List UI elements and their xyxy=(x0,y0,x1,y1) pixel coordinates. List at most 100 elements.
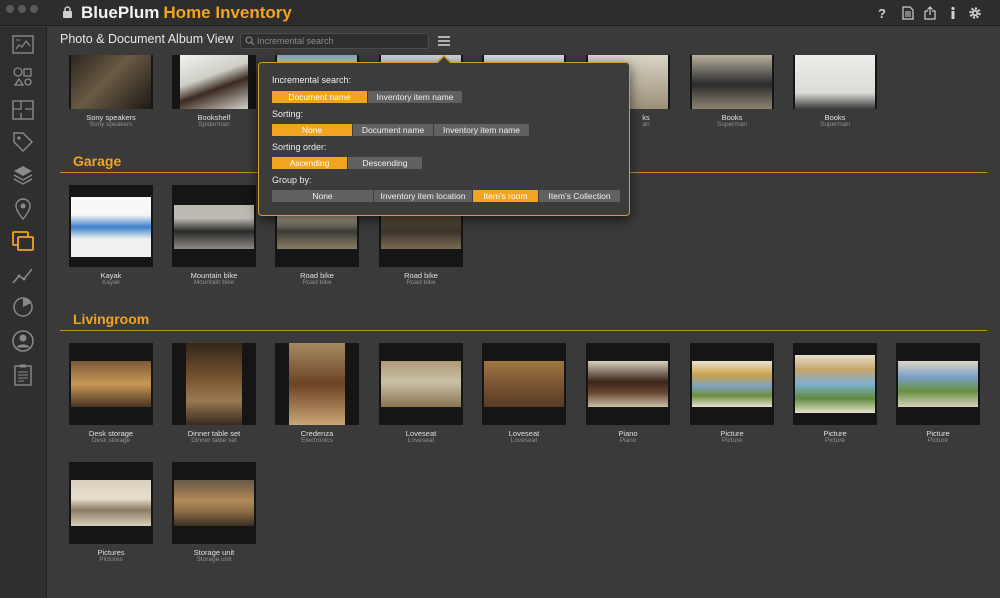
photo-tile[interactable] xyxy=(482,343,566,425)
photo-sublabel: Mountain bike xyxy=(193,279,235,286)
settings-icon[interactable] xyxy=(968,6,982,20)
user-icon[interactable] xyxy=(11,329,35,353)
photo-sublabel: Spiderman xyxy=(198,121,230,128)
sorting-order-segmented-control: Ascending Descending xyxy=(272,157,423,169)
photo-tile[interactable] xyxy=(275,343,359,425)
info-icon[interactable] xyxy=(946,6,960,20)
photo-sublabel: Loveseat xyxy=(510,437,538,444)
photo-thumbnail xyxy=(588,361,668,407)
photo-sublabel: Picture xyxy=(721,437,743,444)
photo-thumbnail xyxy=(484,361,564,407)
photo-sublabel: Piano xyxy=(619,437,637,444)
photo-tile[interactable] xyxy=(896,343,980,425)
photo-tile[interactable] xyxy=(172,185,256,267)
tags-icon[interactable] xyxy=(11,130,35,154)
photo-sublabel: Superman xyxy=(717,121,747,128)
sorting-order-ascending[interactable]: Ascending xyxy=(272,157,348,169)
photo-thumbnail xyxy=(71,197,151,257)
sorting-inventory-item-name[interactable]: Inventory item name xyxy=(434,124,530,136)
photo-tile[interactable] xyxy=(793,343,877,425)
dashboard-icon[interactable] xyxy=(11,33,35,57)
photo-tile[interactable] xyxy=(690,55,774,109)
photo-thumbnail xyxy=(174,205,254,249)
photo-tile[interactable] xyxy=(172,343,256,425)
photo-tile[interactable] xyxy=(69,462,153,544)
photo-thumbnail xyxy=(381,361,461,407)
options-popover: Incremental search: Document name Invent… xyxy=(258,62,630,216)
group-by-none[interactable]: None xyxy=(272,190,374,202)
album-icon[interactable] xyxy=(11,229,35,253)
group-by-segmented-control: None Inventory item location Item's room… xyxy=(272,190,621,202)
photo-thumbnail xyxy=(174,480,254,526)
photo-tile[interactable] xyxy=(379,343,463,425)
photo-tile[interactable] xyxy=(69,55,153,109)
export-icon[interactable] xyxy=(923,6,937,20)
photo-thumbnail xyxy=(71,480,151,526)
photo-tile[interactable] xyxy=(69,185,153,267)
group-by-items-room[interactable]: Item's room xyxy=(473,190,539,202)
photo-sublabel: Electronics xyxy=(301,437,333,444)
search-icon xyxy=(245,36,255,46)
photo-tile[interactable] xyxy=(586,343,670,425)
close-window-button[interactable] xyxy=(6,5,14,13)
group-by-items-collection[interactable]: Item's Collection xyxy=(539,190,621,202)
sorting-none[interactable]: None xyxy=(272,124,353,136)
minimize-window-button[interactable] xyxy=(18,5,26,13)
search-mode-document-name[interactable]: Document name xyxy=(272,91,368,103)
photo-tile[interactable] xyxy=(793,55,877,109)
report-icon[interactable] xyxy=(11,363,35,387)
search-mode-label: Incremental search: xyxy=(272,75,352,85)
search-mode-segmented-control: Document name Inventory item name xyxy=(272,91,463,103)
sorting-order-descending[interactable]: Descending xyxy=(348,157,423,169)
collections-icon[interactable] xyxy=(11,163,35,187)
title-bar: BluePlum Home Inventory ? xyxy=(0,0,1000,26)
search-mode-inventory-item-name[interactable]: Inventory item name xyxy=(368,91,463,103)
photo-sublabel: Road bike xyxy=(302,279,332,286)
photo-sublabel: Storage unit xyxy=(196,556,232,563)
document-icon[interactable] xyxy=(901,6,915,20)
photo-sublabel: Desk storage xyxy=(91,437,131,444)
photo-thumbnail xyxy=(180,55,248,109)
app-name: Home Inventory xyxy=(163,3,292,22)
photo-thumbnail xyxy=(898,361,978,407)
photo-tile[interactable] xyxy=(69,343,153,425)
sidebar xyxy=(0,27,47,598)
view-title: Photo & Document Album View xyxy=(60,32,234,46)
photo-sublabel: Road bike xyxy=(406,279,436,286)
chart-icon[interactable] xyxy=(11,263,35,287)
brand-name: BluePlum xyxy=(81,3,160,22)
photo-thumbnail xyxy=(795,355,875,413)
help-icon[interactable]: ? xyxy=(875,6,889,20)
photo-sublabel: Pictures xyxy=(99,556,123,563)
group-title-garage: Garage xyxy=(73,153,122,169)
photo-thumbnail xyxy=(692,55,772,109)
items-icon[interactable] xyxy=(11,65,35,89)
search-input[interactable] xyxy=(257,34,427,48)
group-by-label: Group by: xyxy=(272,175,312,185)
toolbar: Photo & Document Album View xyxy=(47,27,1000,55)
photo-sublabel: Loveseat xyxy=(407,437,435,444)
svg-text:?: ? xyxy=(878,6,886,20)
location-icon[interactable] xyxy=(11,197,35,221)
search-box[interactable] xyxy=(240,33,429,49)
photo-tile[interactable] xyxy=(690,343,774,425)
photo-sublabel: Sony speakers xyxy=(89,121,133,128)
photo-sublabel: Picture xyxy=(824,437,846,444)
group-title-livingroom: Livingroom xyxy=(73,311,150,327)
photo-tile[interactable] xyxy=(172,462,256,544)
floorplan-icon[interactable] xyxy=(11,98,35,122)
sorting-segmented-control: None Document name Inventory item name xyxy=(272,124,530,136)
group-by-inventory-item-location[interactable]: Inventory item location xyxy=(374,190,473,202)
sorting-order-label: Sorting order: xyxy=(272,142,327,152)
lock-icon xyxy=(63,6,72,18)
zoom-window-button[interactable] xyxy=(30,5,38,13)
menu-icon[interactable] xyxy=(437,34,451,48)
photo-thumbnail xyxy=(71,361,151,407)
photo-thumbnail xyxy=(692,361,772,407)
photo-tile[interactable] xyxy=(172,55,256,109)
app-window: BluePlum Home Inventory ? Photo & Documen… xyxy=(0,0,1000,598)
pie-chart-icon[interactable] xyxy=(11,295,35,319)
photo-thumbnail xyxy=(71,55,151,109)
photo-thumbnail xyxy=(289,343,345,425)
sorting-document-name[interactable]: Document name xyxy=(353,124,434,136)
